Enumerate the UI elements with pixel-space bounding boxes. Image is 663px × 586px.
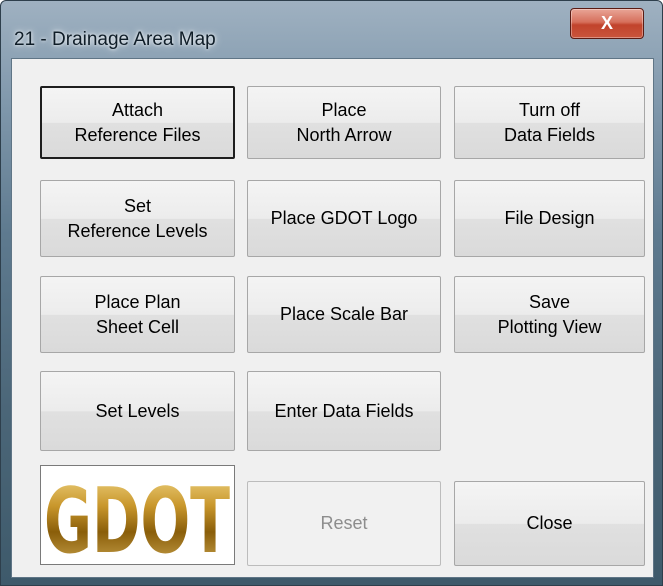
window-close-button[interactable]: X: [570, 8, 644, 39]
window-title: 21 - Drainage Area Map: [14, 29, 216, 50]
gdot-logo-image: GDOT: [44, 469, 230, 574]
attach-reference-files-button[interactable]: Attach Reference Files: [40, 86, 235, 159]
save-plotting-view-label: Save Plotting View: [497, 291, 602, 337]
set-reference-levels-label: Set Reference Levels: [67, 195, 208, 241]
gdot-logo-text: GDOT: [44, 469, 230, 564]
place-plan-sheet-cell-button[interactable]: Place Plan Sheet Cell: [40, 276, 235, 353]
gdot-logo: GDOT: [40, 465, 235, 574]
place-north-arrow-button[interactable]: Place North Arrow: [247, 86, 441, 159]
close-label: Close: [526, 513, 573, 533]
place-scale-bar-label: Place Scale Bar: [279, 304, 409, 324]
turn-off-data-fields-label: Turn off Data Fields: [503, 99, 596, 145]
place-plan-sheet-cell-label: Place Plan Sheet Cell: [94, 291, 181, 337]
place-north-arrow-label: Place North Arrow: [296, 99, 392, 145]
save-plotting-view-button[interactable]: Save Plotting View: [454, 276, 645, 353]
reset-label: Reset: [320, 513, 368, 533]
close-icon: X: [600, 13, 613, 33]
file-design-label: File Design: [504, 208, 595, 228]
set-levels-button[interactable]: Set Levels: [40, 371, 235, 451]
reset-button[interactable]: Reset: [247, 481, 441, 566]
attach-reference-files-label: Attach Reference Files: [74, 99, 201, 145]
title-bar[interactable]: 21 - Drainage Area Map X: [1, 1, 662, 50]
enter-data-fields-button[interactable]: Enter Data Fields: [247, 371, 441, 451]
set-levels-label: Set Levels: [95, 400, 180, 421]
place-gdot-logo-button[interactable]: Place GDOT Logo: [247, 180, 441, 257]
place-scale-bar-button[interactable]: Place Scale Bar: [247, 276, 441, 353]
turn-off-data-fields-button[interactable]: Turn off Data Fields: [454, 86, 645, 159]
set-reference-levels-button[interactable]: Set Reference Levels: [40, 180, 235, 257]
place-gdot-logo-label: Place GDOT Logo: [270, 208, 418, 228]
enter-data-fields-label: Enter Data Fields: [274, 400, 414, 421]
file-design-button[interactable]: File Design: [454, 180, 645, 257]
close-button[interactable]: Close: [454, 481, 645, 566]
